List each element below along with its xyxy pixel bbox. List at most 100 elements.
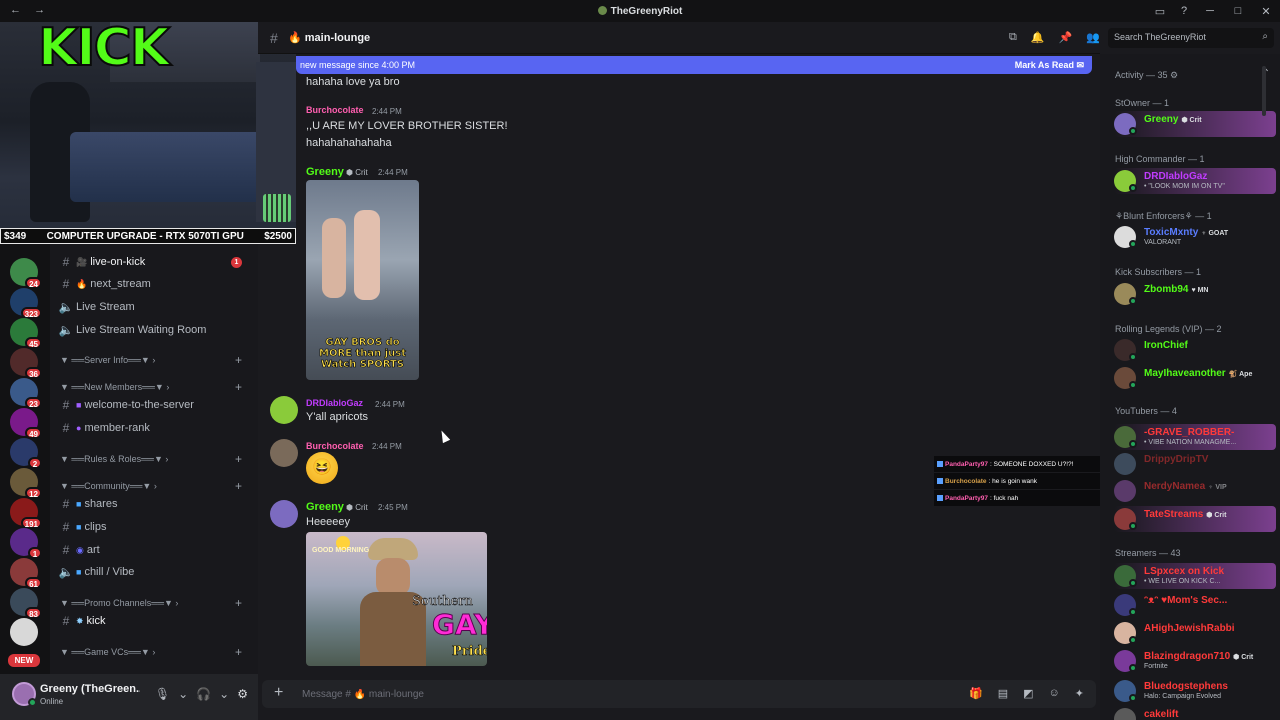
add-channel-icon[interactable]: + bbox=[235, 479, 242, 493]
avatar[interactable] bbox=[270, 500, 298, 528]
server-icon[interactable]: 191 bbox=[10, 498, 42, 529]
mark-as-read-button[interactable]: Mark As Read ✉ bbox=[1015, 60, 1084, 71]
member-item[interactable]: ToxicMxnty ♆ GOAT VALORANT bbox=[1114, 224, 1276, 250]
server-icon[interactable]: 323 bbox=[10, 288, 42, 319]
help-icon[interactable]: ? bbox=[1172, 5, 1196, 17]
voice-channel-live-stream[interactable]: 🔈 Live Stream bbox=[58, 297, 254, 317]
member-item[interactable]: cakelift bbox=[1114, 706, 1276, 720]
member-item[interactable]: Bluedogstephens Halo: Campaign Evolved bbox=[1114, 678, 1276, 704]
add-channel-icon[interactable]: + bbox=[235, 353, 242, 367]
microphone-icon[interactable]: 🎙 bbox=[155, 687, 170, 701]
member-item[interactable]: Zbomb94 ♥ MN bbox=[1114, 281, 1276, 307]
server-icon[interactable]: 12 bbox=[10, 468, 42, 499]
sticker-icon[interactable]: ◩ bbox=[1023, 687, 1033, 700]
add-channel-icon[interactable]: + bbox=[235, 645, 242, 659]
search-input[interactable]: Search TheGreenyRiot ⌕ bbox=[1108, 28, 1274, 48]
message-author[interactable]: Burchocolate bbox=[306, 105, 364, 115]
member-item[interactable]: IronChief bbox=[1114, 337, 1276, 363]
member-item[interactable]: LSpxcex on Kick • WE LIVE ON KICK C... bbox=[1114, 563, 1276, 589]
server-icon[interactable]: 23 bbox=[10, 378, 42, 409]
server-icon[interactable]: 45 bbox=[10, 318, 42, 349]
member-item[interactable]: Greeny ⬢ Crit bbox=[1114, 111, 1276, 137]
channel-shares[interactable]: # ■ shares bbox=[58, 494, 254, 514]
server-icon[interactable]: 36 bbox=[10, 348, 42, 379]
pin-icon[interactable]: 📌 bbox=[1059, 31, 1073, 44]
header-actions: ⧉ 🔔 📌 👥 bbox=[1009, 31, 1100, 44]
emoji-icon[interactable]: ☺ bbox=[1049, 687, 1060, 700]
member-item[interactable]: TateStreams ⬢ Crit bbox=[1114, 506, 1276, 532]
channel-label: welcome-to-the-server bbox=[84, 399, 194, 411]
message-author[interactable]: Greeny bbox=[306, 166, 344, 178]
online-status-icon bbox=[1129, 297, 1137, 305]
new-messages-bar[interactable]: new message since 4:00 PM Mark As Read ✉ bbox=[296, 56, 1092, 74]
message-author[interactable]: Burchocolate bbox=[306, 441, 364, 451]
gif-icon[interactable]: ▤ bbox=[998, 687, 1008, 700]
member-item[interactable]: MayIhaveanother 🐒 Ape bbox=[1114, 365, 1276, 391]
member-item[interactable]: DRDIabloGaz • "LOOK MOM IM ON TV" bbox=[1114, 168, 1276, 194]
member-list-scrollbar[interactable] bbox=[1262, 66, 1266, 116]
channel-member-rank[interactable]: # ● member-rank bbox=[58, 418, 254, 438]
category-new-members[interactable]: ▼ ══New Members══▼ › + bbox=[60, 379, 254, 395]
channel-label: shares bbox=[84, 498, 118, 510]
server-icon[interactable]: 49 bbox=[10, 408, 42, 439]
gift-icon[interactable]: 🎁 bbox=[969, 687, 983, 700]
avatar bbox=[1114, 708, 1136, 720]
message-author[interactable]: Greeny bbox=[306, 501, 344, 513]
member-item[interactable]: ᵔᴥᵔ ♥Mom's Sec... bbox=[1114, 592, 1276, 618]
avatar[interactable] bbox=[270, 396, 298, 424]
message-input[interactable] bbox=[302, 686, 802, 702]
channel-kick[interactable]: # ✸ kick bbox=[58, 611, 254, 631]
maximize-button[interactable]: □ bbox=[1224, 5, 1252, 17]
server-icon[interactable]: 83 bbox=[10, 588, 42, 619]
member-name: IronChief bbox=[1144, 340, 1188, 351]
channel-welcome[interactable]: # ■ welcome-to-the-server bbox=[58, 395, 254, 415]
voice-channel-waiting-room[interactable]: 🔈 Live Stream Waiting Room bbox=[58, 320, 254, 340]
member-item[interactable]: -GRAVE_ROBBER- • VIBE NATION MANAGME... bbox=[1114, 424, 1276, 450]
category-rules-roles[interactable]: ▼ ══Rules & Roles══▼ › + bbox=[60, 451, 254, 467]
server-icon[interactable]: 2 bbox=[10, 438, 42, 469]
member-item[interactable]: Blazingdragon710 ⬢ Crit Fortnite bbox=[1114, 648, 1276, 674]
add-channel-icon[interactable]: + bbox=[235, 452, 242, 466]
search-icon[interactable]: ⌕ bbox=[1262, 31, 1268, 42]
apps-icon[interactable]: ✦ bbox=[1075, 687, 1084, 700]
member-item[interactable]: NerdyNamea ♆ VIP bbox=[1114, 478, 1276, 504]
message-timestamp: 2:45 PM bbox=[378, 503, 408, 512]
add-channel-icon[interactable]: + bbox=[235, 596, 242, 610]
message-text: Heeeeey bbox=[306, 516, 351, 528]
chevron-down-icon[interactable]: ⌄ bbox=[178, 687, 188, 701]
inbox-icon[interactable]: ▭ bbox=[1148, 5, 1172, 18]
user-name[interactable]: Greeny (TheGreen... bbox=[40, 683, 140, 695]
channel-art[interactable]: # ◉ art bbox=[58, 540, 254, 560]
channel-clips[interactable]: # ■ clips bbox=[58, 517, 254, 537]
mention-badge: 49 bbox=[25, 427, 42, 439]
member-item[interactable]: AHighJewishRabbi bbox=[1114, 620, 1276, 646]
add-attachment-icon[interactable]: + bbox=[274, 684, 283, 702]
gear-icon[interactable]: ⚙ bbox=[237, 687, 248, 701]
gif-attachment[interactable]: GAY BROS do MORE than just Watch SPORTS bbox=[306, 180, 419, 380]
avatar[interactable] bbox=[270, 439, 298, 467]
category-promo[interactable]: ▼ ══Promo Channels══▼ › + bbox=[60, 595, 254, 611]
threads-icon[interactable]: ⧉ bbox=[1009, 31, 1017, 44]
category-server-info[interactable]: ▼ ══Server Info══▼ › + bbox=[60, 352, 254, 368]
server-icon[interactable]: 1 bbox=[10, 528, 42, 559]
activity-header[interactable]: Activity — 35 ⚙ bbox=[1115, 70, 1178, 81]
server-icon[interactable]: 24 bbox=[10, 258, 42, 289]
channel-next-stream[interactable]: # 🔥 next_stream bbox=[58, 274, 254, 294]
bell-icon[interactable]: 🔔 bbox=[1031, 31, 1045, 44]
category-game-vcs[interactable]: ▼ ══Game VCs══▼ › + bbox=[60, 644, 254, 660]
headphones-icon[interactable]: 🎧 bbox=[196, 687, 211, 701]
message-author[interactable]: DRDIabloGaz bbox=[306, 398, 363, 408]
member-item[interactable]: DrippyDripTV bbox=[1114, 451, 1276, 477]
close-button[interactable]: ✕ bbox=[1252, 5, 1280, 18]
server-icon[interactable] bbox=[10, 618, 38, 646]
voice-channel-chill[interactable]: 🔈 ■ chill / Vibe bbox=[58, 562, 254, 582]
category-community[interactable]: ▼ ══Community══▼ › + bbox=[60, 478, 254, 494]
chevron-down-icon[interactable]: ⌄ bbox=[219, 687, 229, 701]
minimize-button[interactable]: ─ bbox=[1196, 5, 1224, 17]
members-icon[interactable]: 👥 bbox=[1086, 31, 1100, 44]
gif-attachment[interactable]: GOOD MORNING Southern GAY Pride bbox=[306, 532, 487, 666]
add-channel-icon[interactable]: + bbox=[235, 380, 242, 394]
server-icon[interactable]: 61 bbox=[10, 558, 42, 589]
channel-live-on-kick[interactable]: # 🎥 live-on-kick 1 bbox=[58, 252, 254, 272]
message-text: hahaha love ya bro bbox=[306, 76, 400, 88]
